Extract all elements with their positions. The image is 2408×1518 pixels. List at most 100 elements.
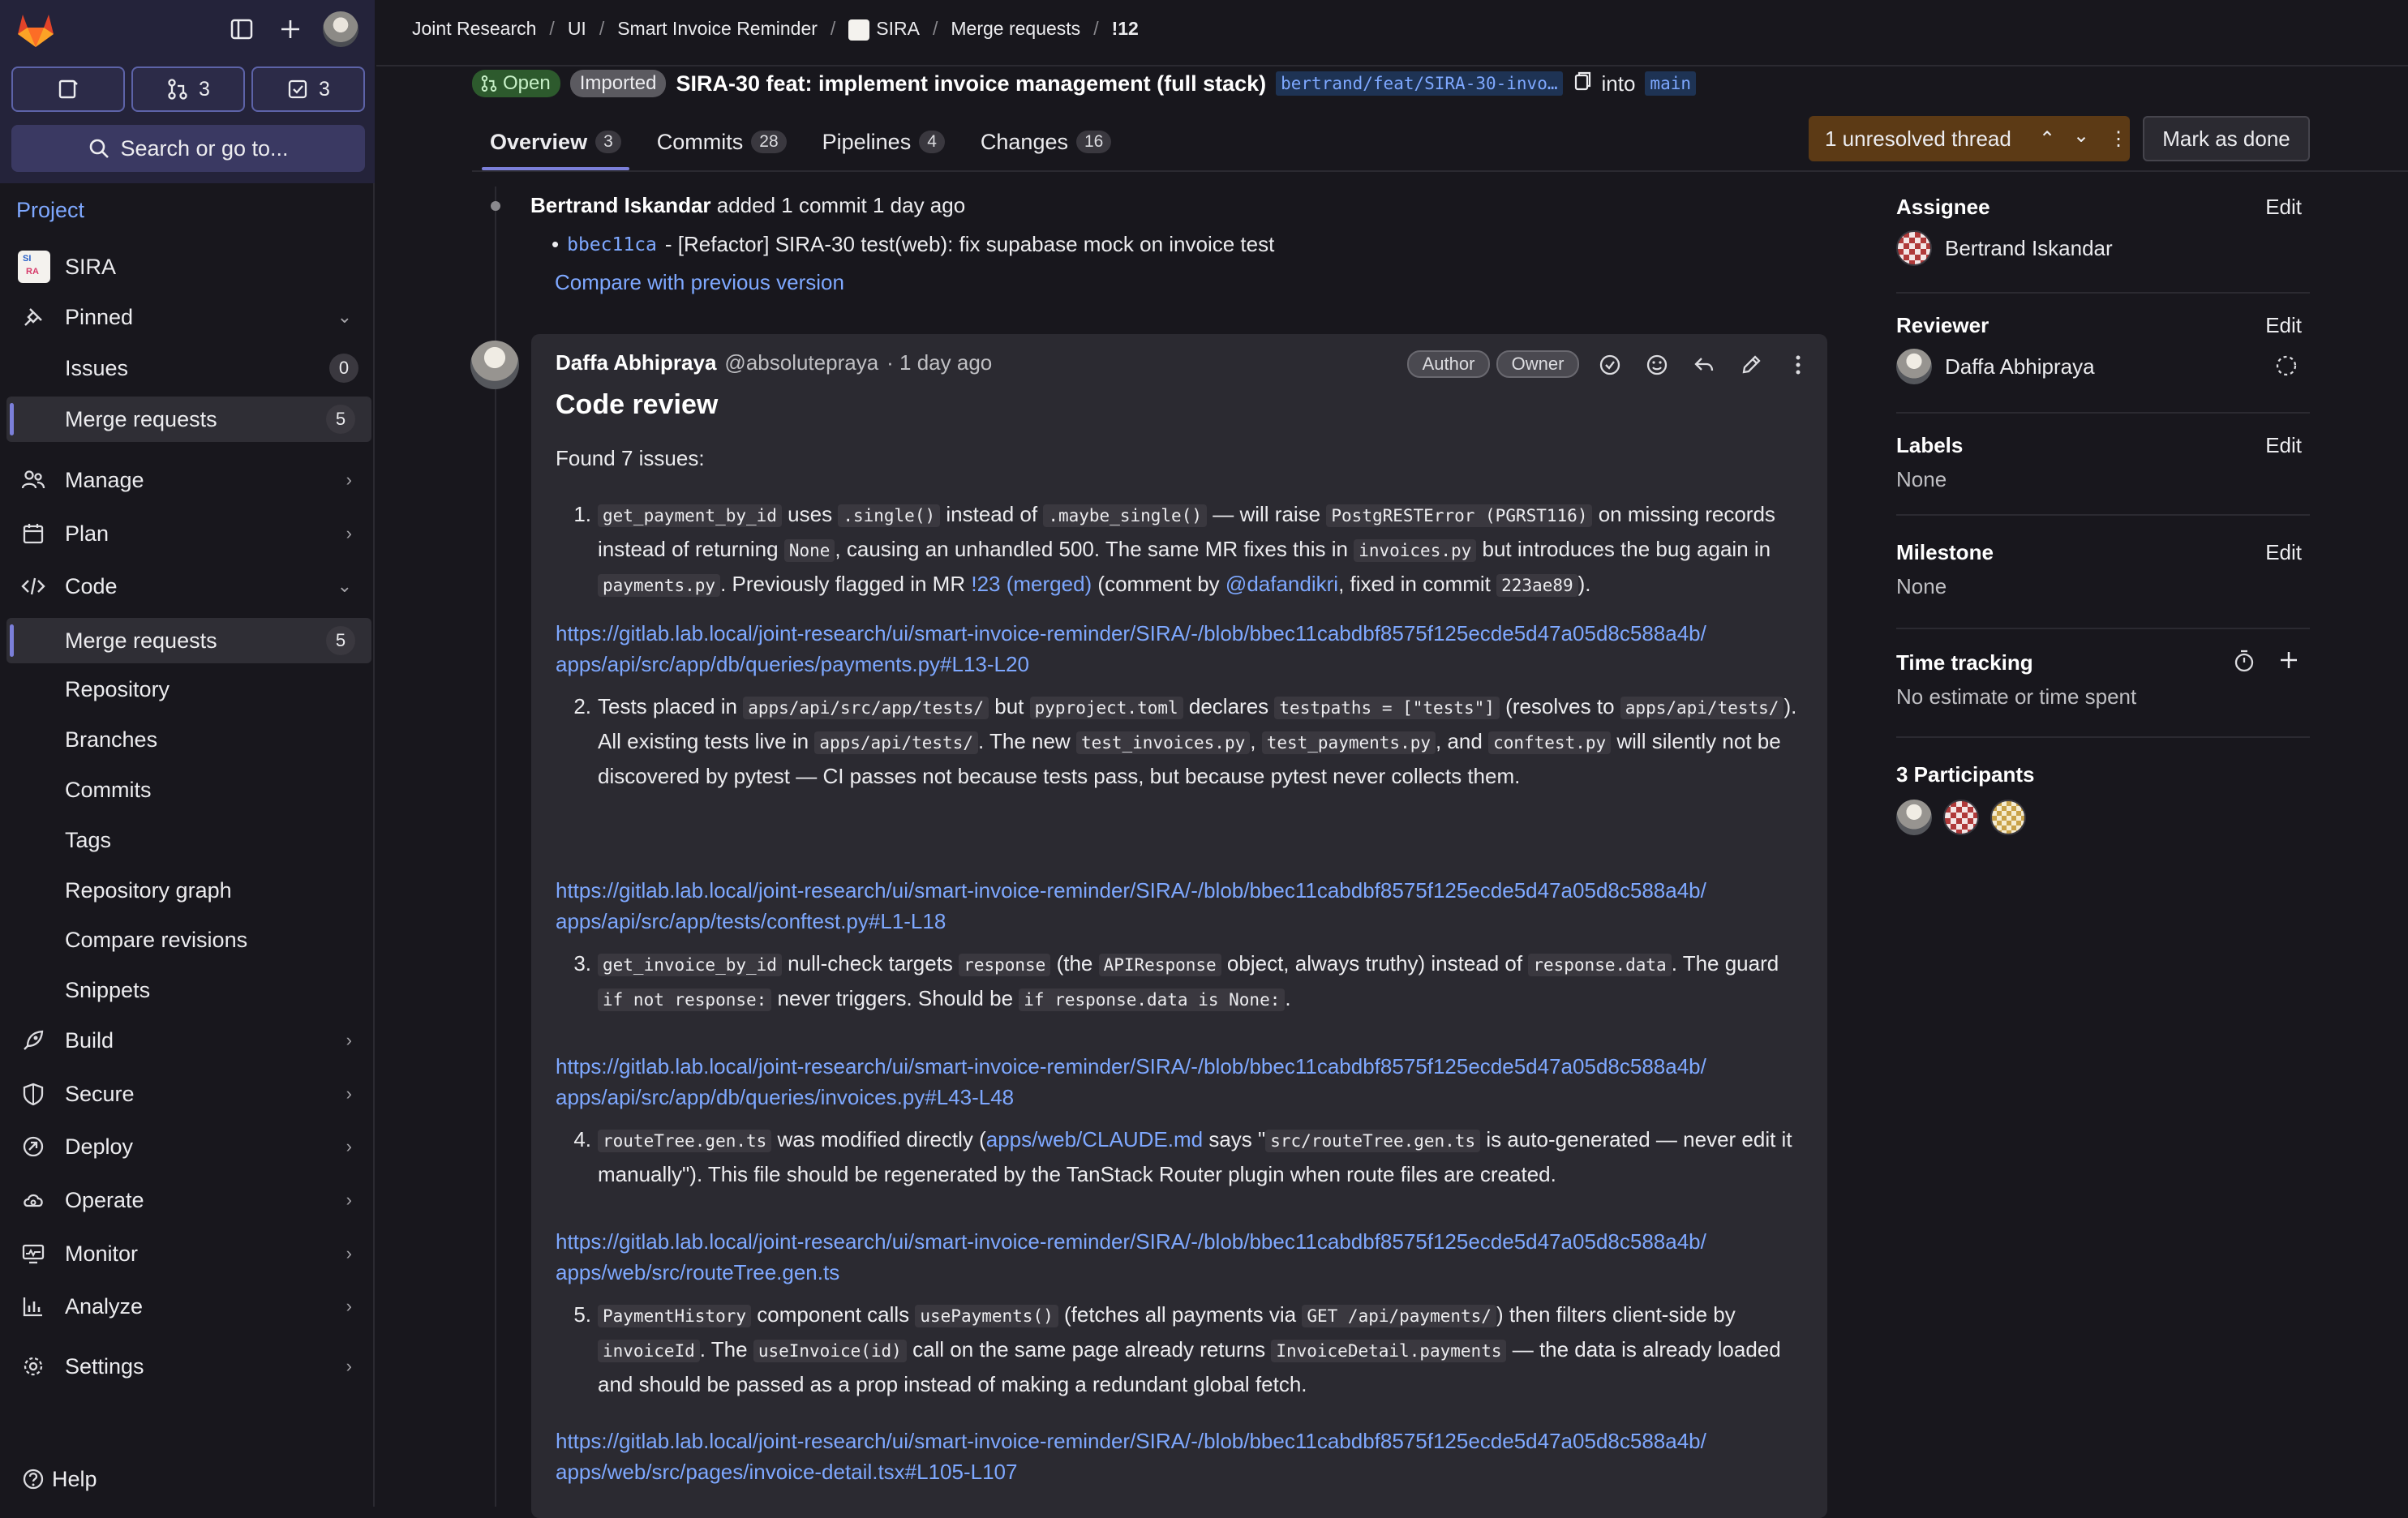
breadcrumb-separator: / — [830, 18, 836, 40]
sidebar-item-build[interactable]: Build › — [0, 1018, 375, 1063]
sidebar-item-manage[interactable]: Manage › — [0, 457, 375, 503]
search-button[interactable]: Search or go to... — [11, 125, 365, 172]
tab-count: 28 — [751, 131, 787, 153]
unresolved-threads-control[interactable]: 1 unresolved thread ⌃ ⌄ ⋮ — [1809, 116, 2130, 161]
merge-requests-badge: 5 — [326, 626, 355, 655]
todos-count-button[interactable]: 3 — [251, 66, 365, 112]
user-mention-link[interactable]: @dafandikri — [1225, 572, 1338, 596]
toggle-sidebar-icon[interactable] — [225, 13, 258, 45]
sidebar-item-compare-revisions[interactable]: Compare revisions — [0, 917, 375, 963]
code-link[interactable]: https://gitlab.lab.local/joint-research/… — [556, 1051, 1805, 1113]
comment-author[interactable]: Daffa Abhipraya — [556, 350, 716, 375]
more-vertical-icon[interactable] — [1783, 350, 1813, 380]
sidebar-item-label: Merge requests — [65, 628, 217, 653]
sidebar-item-repository-graph[interactable]: Repository graph — [0, 868, 375, 913]
sidebar-item-label: Merge requests — [65, 406, 217, 431]
avatar[interactable] — [470, 341, 519, 389]
edit-assignee-button[interactable]: Edit — [2265, 195, 2302, 220]
sidebar-item-pinned-merge-requests[interactable]: Merge requests 5 — [6, 397, 371, 442]
sidebar-item-branches[interactable]: Branches — [0, 717, 375, 762]
list-number: 3. — [573, 951, 591, 976]
unresolved-threads-label: 1 unresolved thread — [1825, 126, 2011, 151]
breadcrumb-item[interactable]: Merge requests — [951, 18, 1080, 40]
code-link-line: apps/api/src/app/tests/conftest.py#L1-L1… — [556, 909, 946, 933]
sidebar-item-commits[interactable]: Commits — [0, 767, 375, 813]
mr-reference-link[interactable]: !23 (merged) — [971, 572, 1092, 596]
avatar[interactable] — [1943, 800, 1979, 835]
mr-header: Open Imported SIRA-30 feat: implement in… — [472, 70, 1696, 97]
edit-labels-button[interactable]: Edit — [2265, 433, 2302, 458]
sidebar-item-plan[interactable]: Plan › — [0, 511, 375, 556]
emoji-reaction-icon[interactable] — [1642, 350, 1672, 380]
sidebar-item-repository[interactable]: Repository — [0, 667, 375, 712]
avatar[interactable] — [1990, 800, 2026, 835]
assignee-user[interactable]: Bertrand Iskandar — [1896, 230, 2113, 266]
tab-commits[interactable]: Commits 28 — [639, 114, 805, 170]
code-link[interactable]: https://gitlab.lab.local/joint-research/… — [556, 1226, 1805, 1288]
inline-code: pyproject.toml — [1029, 697, 1183, 719]
time-tracking-section: Time tracking No estimate or time spent — [1896, 644, 2310, 738]
resolve-thread-icon[interactable] — [1595, 350, 1625, 380]
avatar[interactable] — [1896, 800, 1932, 835]
code-link-line: https://gitlab.lab.local/joint-research/… — [556, 621, 1706, 645]
help-link[interactable]: Help — [0, 1456, 375, 1502]
sidebar-item-secure[interactable]: Secure › — [0, 1071, 375, 1117]
tab-overview[interactable]: Overview 3 — [472, 114, 639, 170]
breadcrumb-item[interactable]: Smart Invoice Reminder — [617, 18, 818, 40]
comment-handle[interactable]: @absolutepraya — [724, 350, 878, 375]
sidebar-item-pinned[interactable]: Pinned ⌄ — [0, 294, 375, 340]
sidebar-item-project[interactable]: SI RA SIRA — [0, 244, 375, 289]
chevron-down-icon: ⌄ — [337, 576, 352, 596]
chevron-up-icon[interactable]: ⌃ — [2039, 127, 2055, 151]
reply-icon[interactable] — [1689, 350, 1719, 380]
breadcrumb-item[interactable]: Joint Research — [412, 18, 536, 40]
merge-request-icon — [481, 75, 497, 92]
issues-count-button[interactable] — [11, 66, 125, 112]
sidebar-item-tags[interactable]: Tags — [0, 817, 375, 863]
copy-icon[interactable] — [1573, 71, 1592, 97]
edit-milestone-button[interactable]: Edit — [2265, 540, 2302, 565]
target-branch[interactable]: main — [1645, 71, 1696, 96]
mark-as-done-button[interactable]: Mark as done — [2143, 116, 2310, 161]
more-vertical-icon[interactable]: ⋮ — [2109, 127, 2128, 151]
reviewer-name: Daffa Abhipraya — [1945, 354, 2095, 379]
code-link[interactable]: https://gitlab.lab.local/joint-research/… — [556, 1426, 1805, 1487]
breadcrumb-current[interactable]: !12 — [1112, 18, 1139, 40]
stopwatch-icon[interactable] — [2232, 649, 2256, 677]
sidebar-item-settings[interactable]: Settings › — [0, 1344, 375, 1389]
sidebar-item-label: Secure — [65, 1081, 135, 1106]
sidebar-item-code[interactable]: Code ⌄ — [0, 564, 375, 609]
commit-sha-link[interactable]: bbec11ca — [567, 234, 657, 255]
create-new-icon[interactable] — [274, 13, 307, 45]
tab-pipelines[interactable]: Pipelines 4 — [805, 114, 963, 170]
edit-pencil-icon[interactable] — [1736, 350, 1766, 380]
chevron-down-icon[interactable]: ⌄ — [2073, 124, 2089, 148]
tab-changes[interactable]: Changes 16 — [963, 114, 1129, 170]
sidebar-item-label: Monitor — [65, 1241, 139, 1266]
sidebar-item-deploy[interactable]: Deploy › — [0, 1124, 375, 1169]
sidebar-item-issues[interactable]: Issues 0 — [0, 345, 375, 391]
user-avatar[interactable] — [323, 11, 358, 47]
gitlab-logo-icon[interactable] — [15, 11, 57, 49]
sidebar-item-snippets[interactable]: Snippets — [0, 967, 375, 1013]
source-branch[interactable]: bertrand/feat/SIRA-30-invo… — [1276, 71, 1563, 96]
code-link[interactable]: https://gitlab.lab.local/joint-research/… — [556, 618, 1805, 680]
inline-code: conftest.py — [1488, 731, 1612, 754]
sidebar-item-operate[interactable]: Operate › — [0, 1177, 375, 1223]
file-link[interactable]: apps/web/CLAUDE.md — [986, 1127, 1203, 1151]
edit-reviewer-button[interactable]: Edit — [2265, 313, 2302, 338]
reviewer-user[interactable]: Daffa Abhipraya — [1896, 349, 2095, 384]
sidebar-item-merge-requests[interactable]: Merge requests 5 — [6, 618, 371, 663]
sidebar-item-analyze[interactable]: Analyze › — [0, 1284, 375, 1329]
sidebar-item-monitor[interactable]: Monitor › — [0, 1231, 375, 1276]
merge-requests-count-button[interactable]: 3 — [131, 66, 245, 112]
add-time-icon[interactable] — [2277, 649, 2300, 675]
system-note-author[interactable]: Bertrand Iskandar — [530, 193, 711, 217]
code-link[interactable]: https://gitlab.lab.local/joint-research/… — [556, 875, 1805, 937]
calendar-icon — [19, 520, 47, 547]
tabs-divider — [472, 170, 2408, 172]
breadcrumb-item-project[interactable]: SIRA — [848, 18, 920, 41]
breadcrumb-item[interactable]: UI — [568, 18, 586, 40]
inline-code: None — [783, 539, 835, 562]
compare-previous-version-link[interactable]: Compare with previous version — [555, 270, 844, 295]
